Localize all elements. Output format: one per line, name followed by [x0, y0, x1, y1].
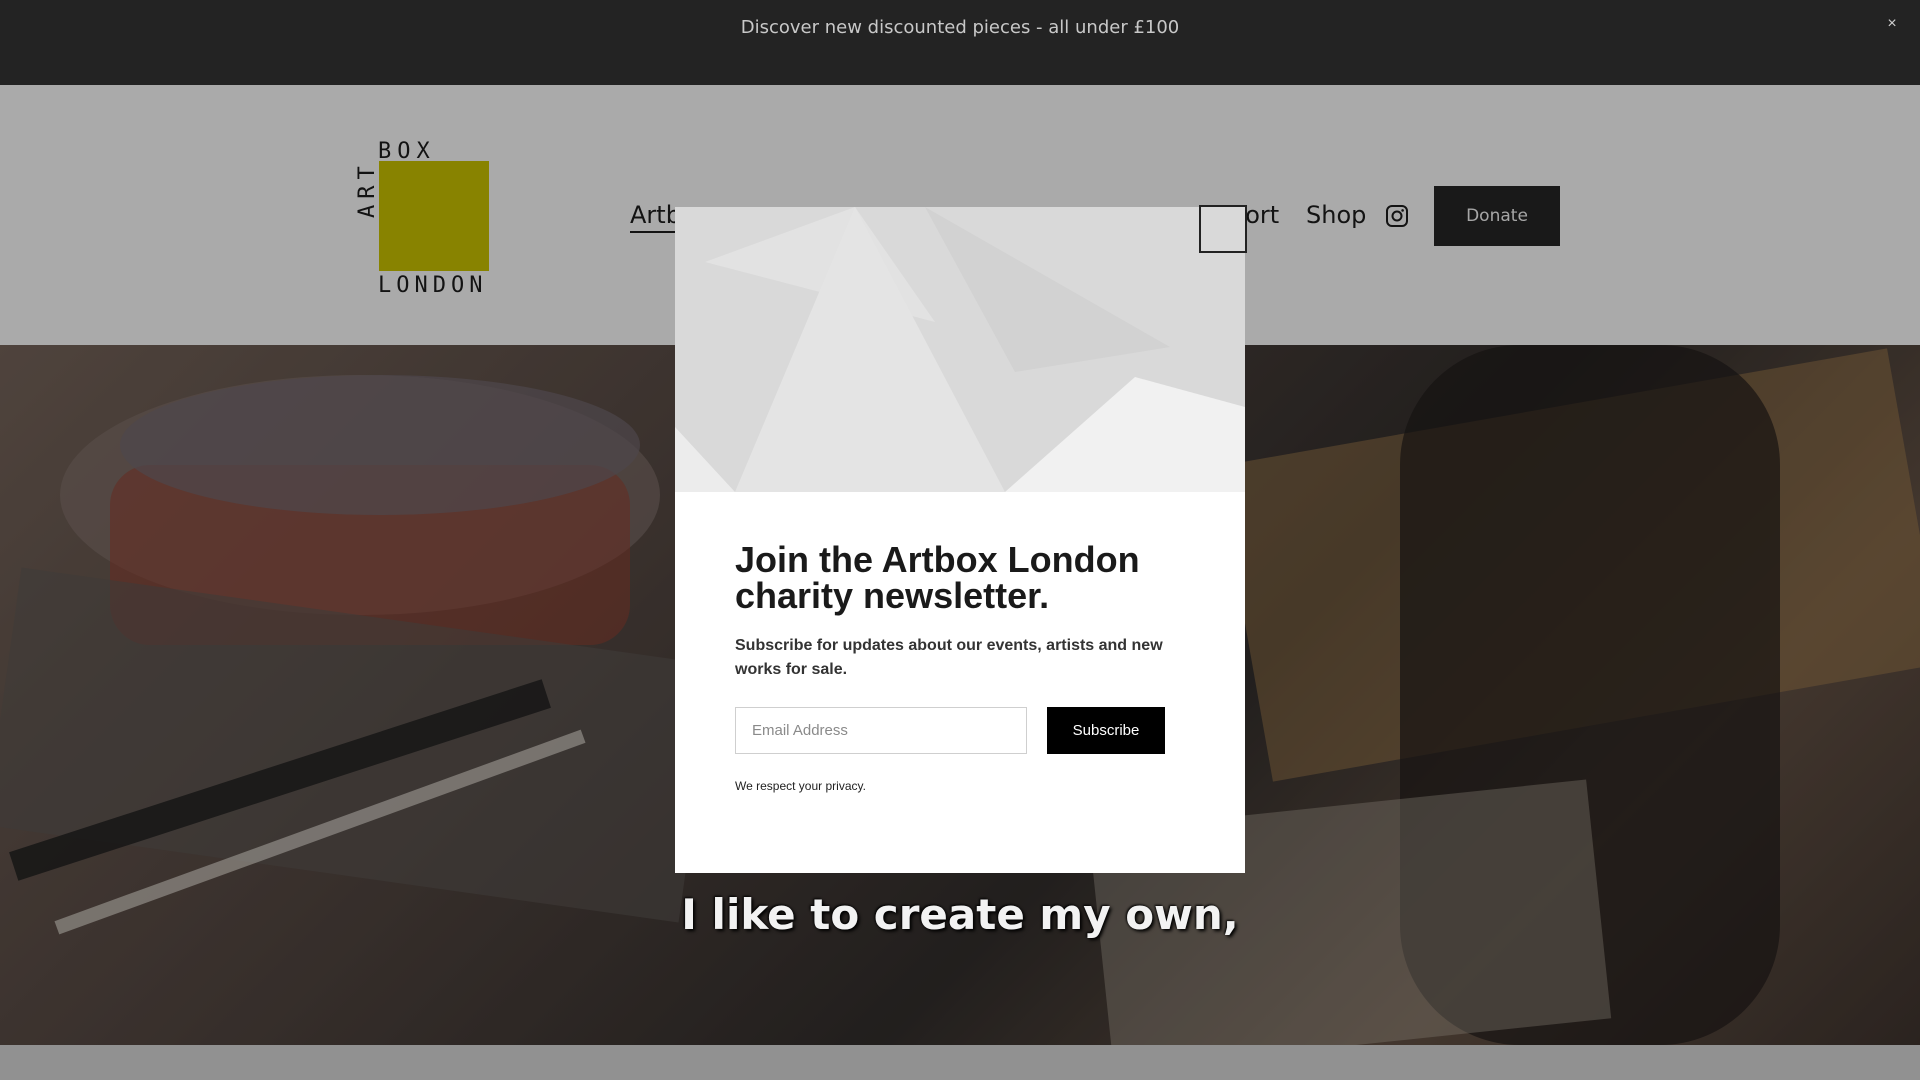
- announcement-close-button[interactable]: ×: [1880, 12, 1904, 36]
- modal-title: Join the Artbox London charity newslette…: [735, 539, 1140, 616]
- modal-close-button[interactable]: [1199, 205, 1247, 253]
- email-field[interactable]: [735, 707, 1027, 754]
- newsletter-modal: Join the Artbox London charity newslette…: [675, 207, 1245, 873]
- modal-header-image: [675, 207, 1245, 492]
- announcement-bar: Discover new discounted pieces - all und…: [0, 0, 1920, 85]
- privacy-note: We respect your privacy.: [735, 779, 866, 793]
- modal-subtitle: Subscribe for updates about our events, …: [735, 637, 1163, 678]
- video-caption: I like to create my own,: [681, 890, 1239, 939]
- subscribe-button[interactable]: Subscribe: [1047, 707, 1165, 754]
- announcement-text[interactable]: Discover new discounted pieces - all und…: [0, 17, 1920, 38]
